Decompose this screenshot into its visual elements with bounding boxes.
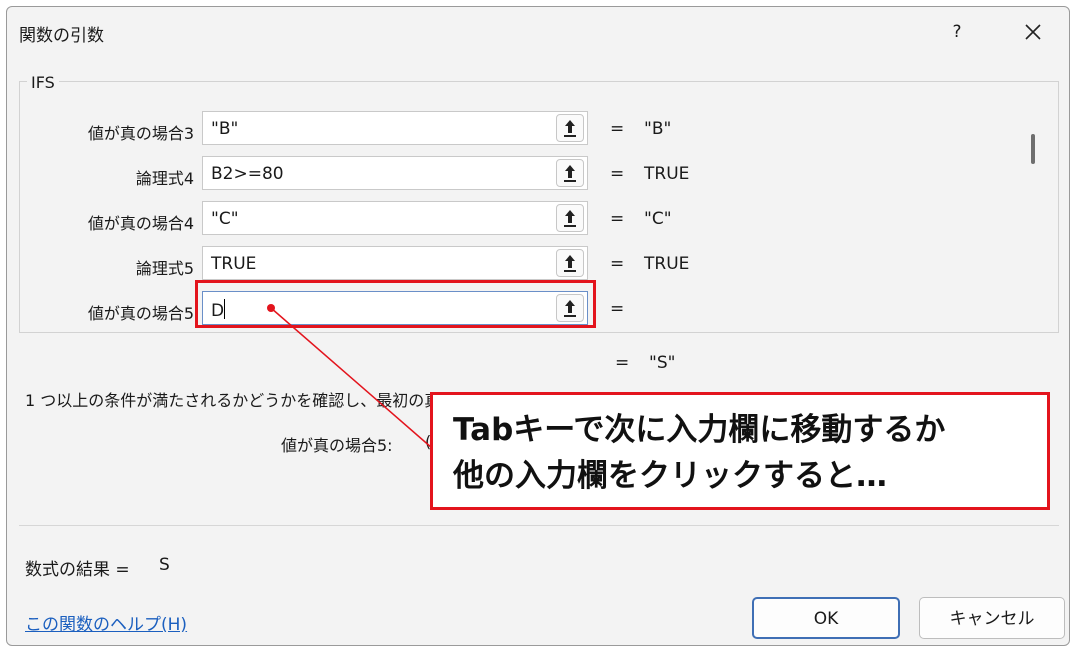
argument-result: TRUE (644, 254, 690, 274)
function-help-link[interactable]: この関数のヘルプ(H) (25, 610, 187, 635)
function-name: IFS (27, 73, 59, 92)
callout-line-2: 他の入力欄をクリックすると… (453, 458, 887, 494)
title-bar: 関数の引数 ? (7, 7, 1069, 59)
close-icon (1025, 24, 1041, 40)
argument-label: 論理式4 (135, 169, 194, 188)
argument-row: 値が真の場合4 "C" = "C" (20, 200, 1060, 238)
argument-equals: = (610, 119, 625, 139)
annotation-callout: Tabキーで次に入力欄に移動するか 他の入力欄をクリックすると… (430, 392, 1050, 510)
upload-arrow-icon (564, 255, 576, 272)
result-equals: = (615, 353, 630, 373)
formula-result-value: S (159, 555, 170, 575)
argument-label: 値が真の場合5 (87, 304, 194, 323)
argument-row: 論理式5 TRUE = TRUE (20, 245, 1060, 283)
argument-label: 論理式5 (135, 259, 194, 278)
collapse-dialog-button[interactable] (556, 204, 584, 232)
argument-equals: = (610, 299, 625, 319)
formula-result-label: 数式の結果 = (25, 560, 130, 580)
argument-row: 値が真の場合3 "B" = "B" (20, 110, 1060, 148)
dialog-title: 関数の引数 (19, 26, 104, 46)
argument-equals: = (610, 209, 625, 229)
cancel-button[interactable]: キャンセル (919, 597, 1065, 639)
close-button[interactable] (1015, 15, 1051, 49)
argument-help-label: 値が真の場合5: (281, 436, 393, 455)
argument-equals: = (610, 164, 625, 184)
argument-result: "B" (644, 119, 672, 139)
collapse-dialog-button[interactable] (556, 159, 584, 187)
highlight-box (195, 280, 596, 328)
argument-equals: = (610, 254, 625, 274)
collapse-dialog-button[interactable] (556, 114, 584, 142)
upload-arrow-icon (564, 120, 576, 137)
callout-line-1: Tabキーで次に入力欄に移動するか (453, 412, 946, 448)
argument-label: 値が真の場合3 (87, 124, 194, 143)
function-result-value: "S" (649, 353, 676, 373)
upload-arrow-icon (564, 210, 576, 227)
collapse-dialog-button[interactable] (556, 249, 584, 277)
divider (19, 525, 1059, 526)
argument-result: TRUE (644, 164, 690, 184)
scrollbar-thumb[interactable] (1031, 134, 1035, 164)
help-button[interactable]: ? (943, 17, 971, 47)
argument-result: "C" (644, 209, 672, 229)
argument-label: 値が真の場合4 (87, 214, 194, 233)
argument-input[interactable]: "C" (202, 201, 588, 235)
arguments-scrollbar[interactable] (1030, 106, 1036, 330)
ok-button[interactable]: OK (752, 597, 900, 639)
argument-input[interactable]: "B" (202, 111, 588, 145)
argument-row: 論理式4 B2>=80 = TRUE (20, 155, 1060, 193)
argument-input[interactable]: B2>=80 (202, 156, 588, 190)
argument-input[interactable]: TRUE (202, 246, 588, 280)
upload-arrow-icon (564, 165, 576, 182)
